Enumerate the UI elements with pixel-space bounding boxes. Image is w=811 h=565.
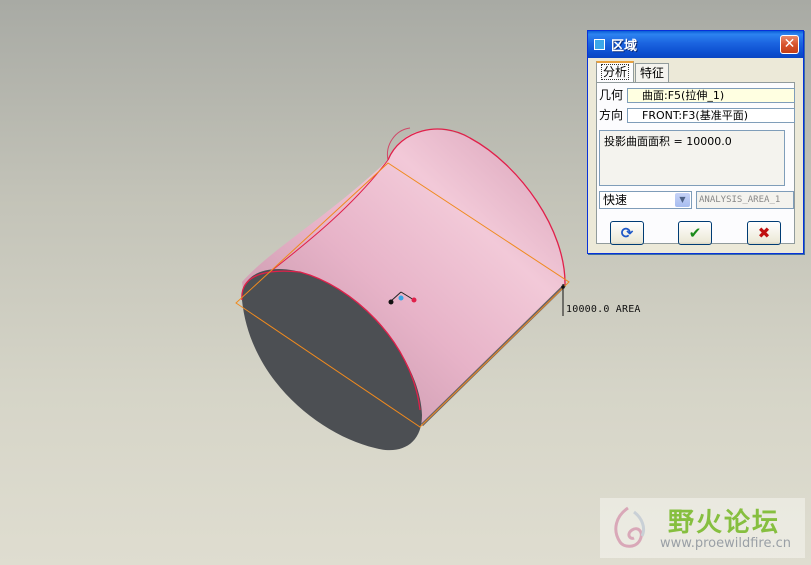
- flame-logo-icon: [614, 506, 646, 548]
- window-icon: [594, 39, 605, 50]
- watermark-url: www.proewildfire.cn: [660, 536, 791, 551]
- x-icon: ✖: [757, 224, 771, 242]
- analysis-panel: 几何 曲面:F5(拉伸_1) 方向 FRONT:F3(基准平面) 投影曲面面积 …: [596, 82, 795, 244]
- area-analysis-dialog: 区域 ✕ 分析 特征 几何 曲面:F5(拉伸_1) 方向 FRONT:F3(基准…: [587, 30, 804, 254]
- direction-field[interactable]: FRONT:F3(基准平面): [627, 108, 795, 123]
- chevron-down-icon[interactable]: ▼: [675, 193, 690, 207]
- close-button[interactable]: ✕: [780, 35, 799, 54]
- geometry-label: 几何: [599, 88, 624, 102]
- repeat-button[interactable]: ⟳: [610, 221, 644, 245]
- watermark: 野火论坛 www.proewildfire.cn: [600, 498, 805, 558]
- ok-button[interactable]: ✔: [678, 221, 712, 245]
- direction-label: 方向: [599, 108, 624, 122]
- result-area: 投影曲面面积 = 10000.0: [599, 130, 785, 186]
- cancel-button[interactable]: ✖: [747, 221, 781, 245]
- dialog-title: 区域: [611, 39, 638, 54]
- refresh-icon: ⟳: [620, 224, 634, 242]
- mode-select[interactable]: 快速 ▼: [599, 191, 692, 209]
- dialog-titlebar[interactable]: 区域 ✕: [588, 31, 803, 58]
- analysis-name-field[interactable]: ANALYSIS_AREA_1: [696, 191, 794, 209]
- area-annotation[interactable]: 10000.0 AREA: [566, 304, 641, 315]
- tab-strip: 分析 特征: [596, 61, 670, 82]
- annotation-anchor: [561, 285, 565, 289]
- tab-analysis[interactable]: 分析: [596, 61, 635, 82]
- watermark-title: 野火论坛: [668, 508, 781, 538]
- mode-select-value: 快速: [603, 193, 628, 207]
- geometry-field[interactable]: 曲面:F5(拉伸_1): [627, 88, 795, 103]
- tab-feature[interactable]: 特征: [635, 63, 670, 82]
- checkmark-icon: ✔: [688, 224, 702, 242]
